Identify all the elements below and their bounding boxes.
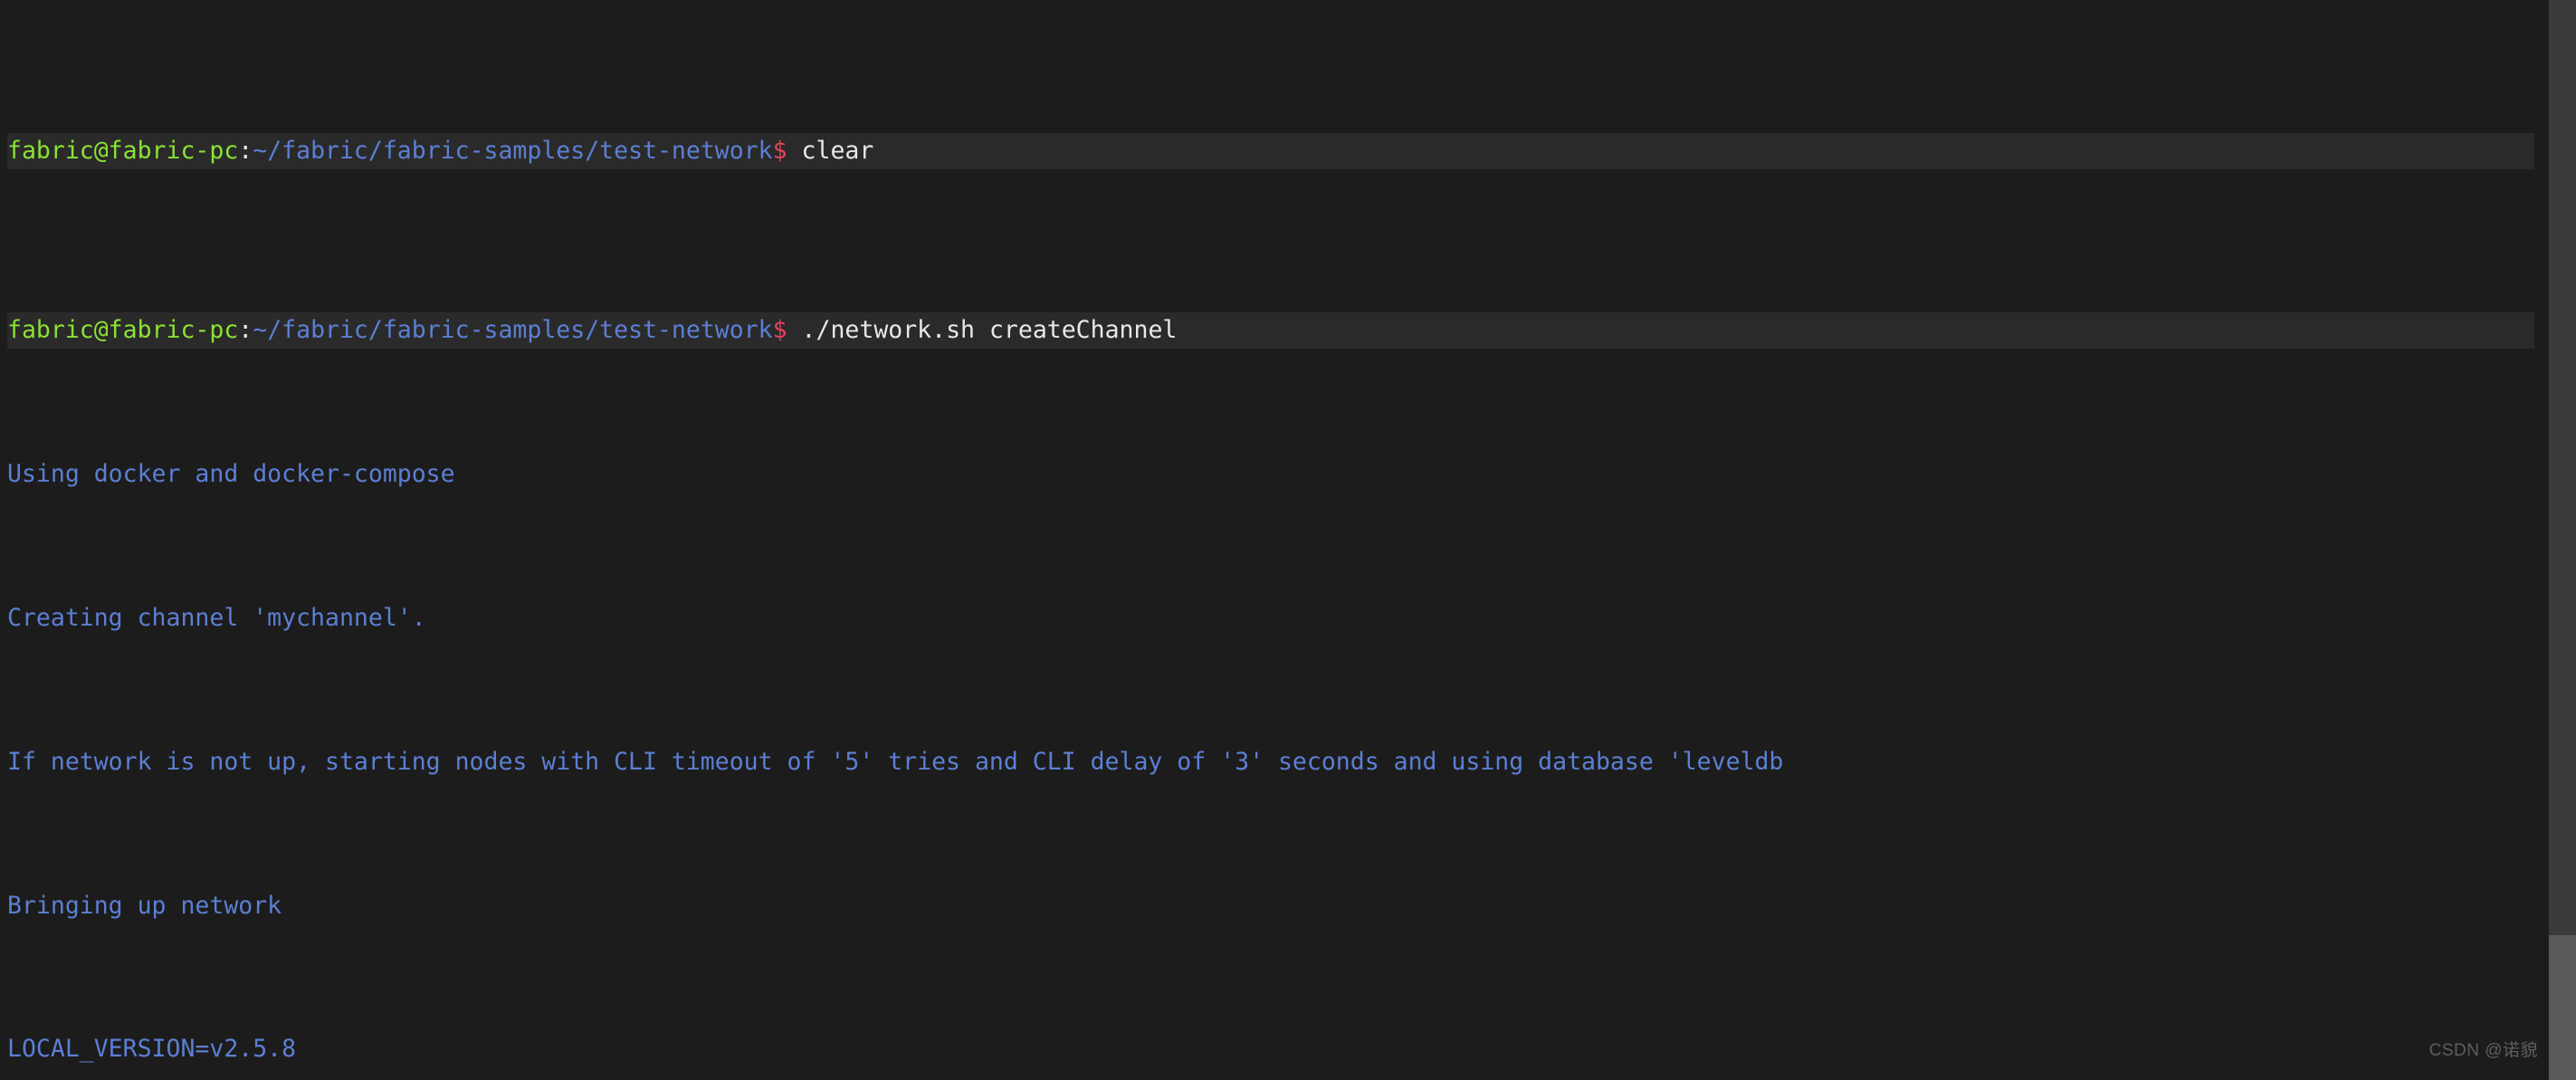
prompt-user-host: fabric@fabric-pc [7, 136, 239, 165]
terminal-line-bringing-up: Bringing up network [7, 891, 282, 920]
terminal-line-prompt: fabric@fabric-pc:~/fabric/fabric-samples… [7, 312, 2534, 349]
terminal-line-using-docker: Using docker and docker-compose [7, 460, 455, 489]
terminal-line-prev-prompt: fabric@fabric-pc:~/fabric/fabric-samples… [7, 132, 2534, 169]
prompt-colon: : [238, 136, 253, 165]
terminal-line-cli-timeout: If network is not up, starting nodes wit… [7, 747, 1784, 776]
prompt-path: ~/fabric/fabric-samples/test-network [253, 316, 773, 345]
prompt-sigil: $ [772, 136, 787, 165]
watermark: CSDN @诺貌 [2428, 1041, 2538, 1061]
scrollbar-thumb[interactable] [2549, 935, 2576, 1080]
scrollbar-track[interactable] [2549, 0, 2576, 1080]
prompt-path: ~/fabric/fabric-samples/test-network [253, 136, 773, 165]
prev-command: clear [801, 136, 874, 165]
prompt-command: ./network.sh createChannel [801, 316, 1178, 345]
terminal-window[interactable]: fabric@fabric-pc:~/fabric/fabric-samples… [0, 0, 2576, 1080]
prompt-user-host: fabric@fabric-pc [7, 316, 239, 345]
prompt-sigil: $ [772, 316, 787, 345]
prompt-colon: : [238, 316, 253, 345]
terminal-screen[interactable]: fabric@fabric-pc:~/fabric/fabric-samples… [0, 0, 2534, 1080]
terminal-line-creating-channel: Creating channel 'mychannel'. [7, 603, 426, 632]
terminal-line-local-version: LOCAL_VERSION=v2.5.8 [7, 1035, 297, 1064]
